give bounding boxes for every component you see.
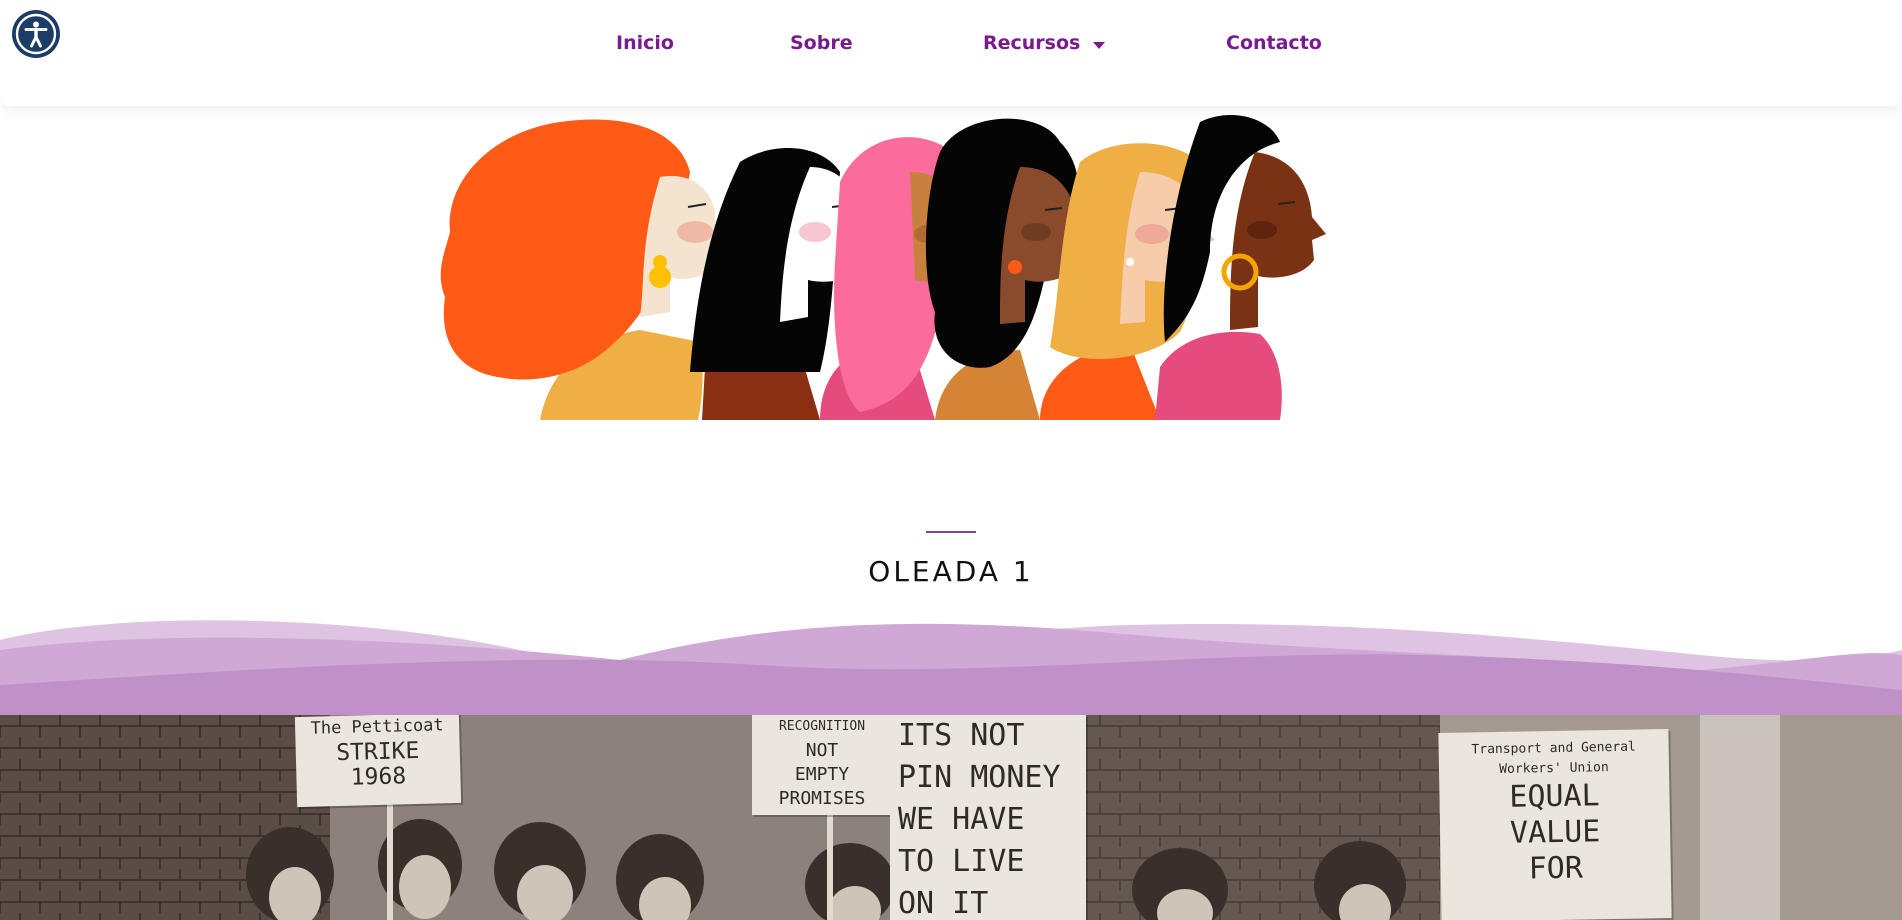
nav-item-label: Sobre bbox=[790, 32, 853, 54]
placard-line: WE HAVE bbox=[898, 802, 1025, 837]
nav-item-sobre[interactable]: Sobre bbox=[790, 28, 853, 58]
section-title: OLEADA 1 bbox=[868, 555, 1034, 588]
site-header: Inicio Sobre Recursos Contacto bbox=[0, 0, 1902, 106]
placard-line: EQUAL bbox=[1509, 778, 1600, 815]
caret-down-icon bbox=[1092, 29, 1105, 59]
placard-line: EMPTY bbox=[794, 764, 850, 785]
women-profiles-illustration bbox=[440, 112, 1340, 420]
placard-line: PROMISES bbox=[778, 788, 866, 809]
placard-line: RECOGNITION bbox=[778, 719, 866, 734]
placard-line: TO LIVE bbox=[898, 844, 1025, 879]
placard-line: Transport and General bbox=[1471, 739, 1636, 758]
placard-line: 1968 bbox=[350, 763, 407, 791]
main-nav: Inicio Sobre Recursos Contacto bbox=[0, 28, 1902, 58]
nav-item-contacto[interactable]: Contacto bbox=[1226, 28, 1322, 58]
section-divider bbox=[926, 531, 976, 533]
placard-equal-value: Transport and General Workers' Union EQU… bbox=[1438, 729, 1672, 920]
placard-line: VALUE bbox=[1509, 814, 1601, 851]
nav-item-inicio[interactable]: Inicio bbox=[616, 28, 674, 58]
nav-item-label: Contacto bbox=[1226, 32, 1322, 54]
placard-line: NOT bbox=[805, 740, 839, 761]
woman-orange-hair bbox=[440, 119, 730, 420]
placard-pin-money: ITS NOT PIN MONEY WE HAVE TO LIVE ON IT bbox=[890, 715, 1086, 920]
placard-line: FOR bbox=[1528, 850, 1584, 887]
strike-protest-photo: The Petticoat STRIKE 1968 RECOGNITION NO… bbox=[0, 715, 1902, 920]
wave-separator bbox=[0, 610, 1902, 716]
nav-item-recursos[interactable]: Recursos bbox=[983, 28, 1105, 59]
placard-line: ITS NOT bbox=[898, 718, 1025, 753]
placard-recognition: RECOGNITION NOT EMPTY PROMISES bbox=[752, 715, 892, 815]
placard-petticoat-strike: The Petticoat STRIKE 1968 bbox=[294, 715, 462, 808]
nav-item-label: Recursos bbox=[983, 32, 1081, 54]
nav-item-label: Inicio bbox=[616, 32, 674, 54]
placard-line: PIN MONEY bbox=[898, 760, 1061, 795]
placard-line: ON IT bbox=[898, 886, 989, 920]
